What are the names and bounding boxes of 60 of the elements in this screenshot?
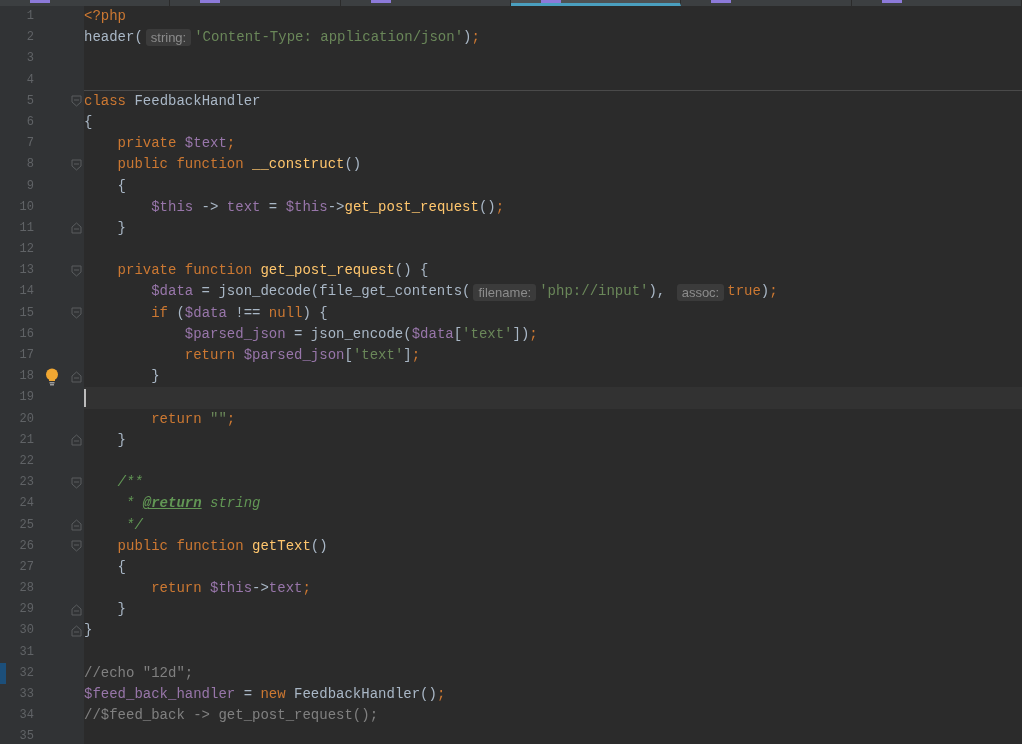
code-line: return $parsed_json['text']; [183, 346, 421, 365]
file-icon [370, 0, 391, 3]
fold-marker-icon[interactable] [70, 264, 82, 277]
parameter-hint: assoc: [676, 283, 725, 301]
editor-tab[interactable] [681, 0, 852, 6]
code-line: } [116, 600, 126, 620]
fold-marker-icon[interactable] [70, 370, 82, 383]
fold-marker-icon[interactable] [70, 158, 82, 171]
editor-tab[interactable] [511, 0, 682, 6]
code-line: } [84, 621, 93, 641]
file-icon [541, 0, 561, 3]
code-text: $data = json_decode(file_get_contents( [150, 282, 471, 302]
code-line: * @return string [125, 494, 261, 514]
code-line: { [116, 176, 126, 196]
file-icon [881, 0, 902, 3]
fold-marker-icon[interactable] [70, 95, 82, 108]
code-line: $this -> text = $this->get_post_request(); [150, 197, 505, 217]
code-line: //echo "12d"; [84, 663, 194, 683]
code-text: true); [727, 282, 778, 302]
code-line: return $this->text; [150, 579, 311, 599]
code-line: { [116, 557, 126, 577]
parameter-hint: string: [145, 29, 192, 47]
code-line: class FeedbackHandler [84, 91, 261, 111]
code-line: } [150, 367, 160, 387]
fold-marker-icon[interactable] [70, 625, 82, 638]
editor-tab[interactable] [170, 0, 341, 6]
fold-marker-icon[interactable] [70, 307, 82, 320]
fold-marker-icon[interactable] [70, 434, 82, 447]
lightbulb-icon[interactable] [45, 367, 59, 386]
code-line: $parsed_json = json_encode($data['text']); [183, 324, 538, 344]
code-line: } [116, 430, 126, 450]
code-line: { [84, 112, 93, 132]
fold-marker-icon[interactable] [70, 603, 82, 616]
file-icon [30, 0, 50, 3]
file-icon [200, 0, 221, 3]
code-line: private function get_post_request() { [116, 261, 429, 281]
code-line: public function getText() [116, 536, 328, 556]
fold-marker-icon[interactable] [70, 519, 82, 532]
code-line: <?php [84, 7, 126, 26]
code-text: 'Content-Type: application/json'); [194, 28, 480, 48]
code-line: return ""; [150, 409, 236, 429]
code-line: //$feed_back -> get_post_request(); [84, 706, 379, 726]
code-text: 'php://input'), [539, 282, 667, 302]
fold-marker-icon[interactable] [70, 222, 82, 235]
editor-tab[interactable] [340, 0, 511, 6]
editor-tab[interactable] [0, 0, 171, 6]
text-cursor [84, 388, 86, 407]
code-line: private $text; [116, 134, 236, 154]
code-line: */ [125, 515, 143, 535]
fold-marker-icon[interactable] [70, 476, 82, 489]
editor-tab[interactable] [851, 0, 1022, 6]
code-line: $feed_back_handler = new FeedbackHandler(); [84, 685, 446, 704]
code-line: /** [116, 473, 143, 493]
file-icon [711, 0, 732, 3]
fold-marker-icon[interactable] [70, 540, 82, 553]
code-line: public function __construct() [116, 155, 362, 175]
code-text: header( [84, 28, 143, 48]
parameter-hint: filename: [473, 283, 537, 301]
code-line: if ($data !== null) { [150, 303, 328, 323]
code-line: } [116, 218, 126, 238]
